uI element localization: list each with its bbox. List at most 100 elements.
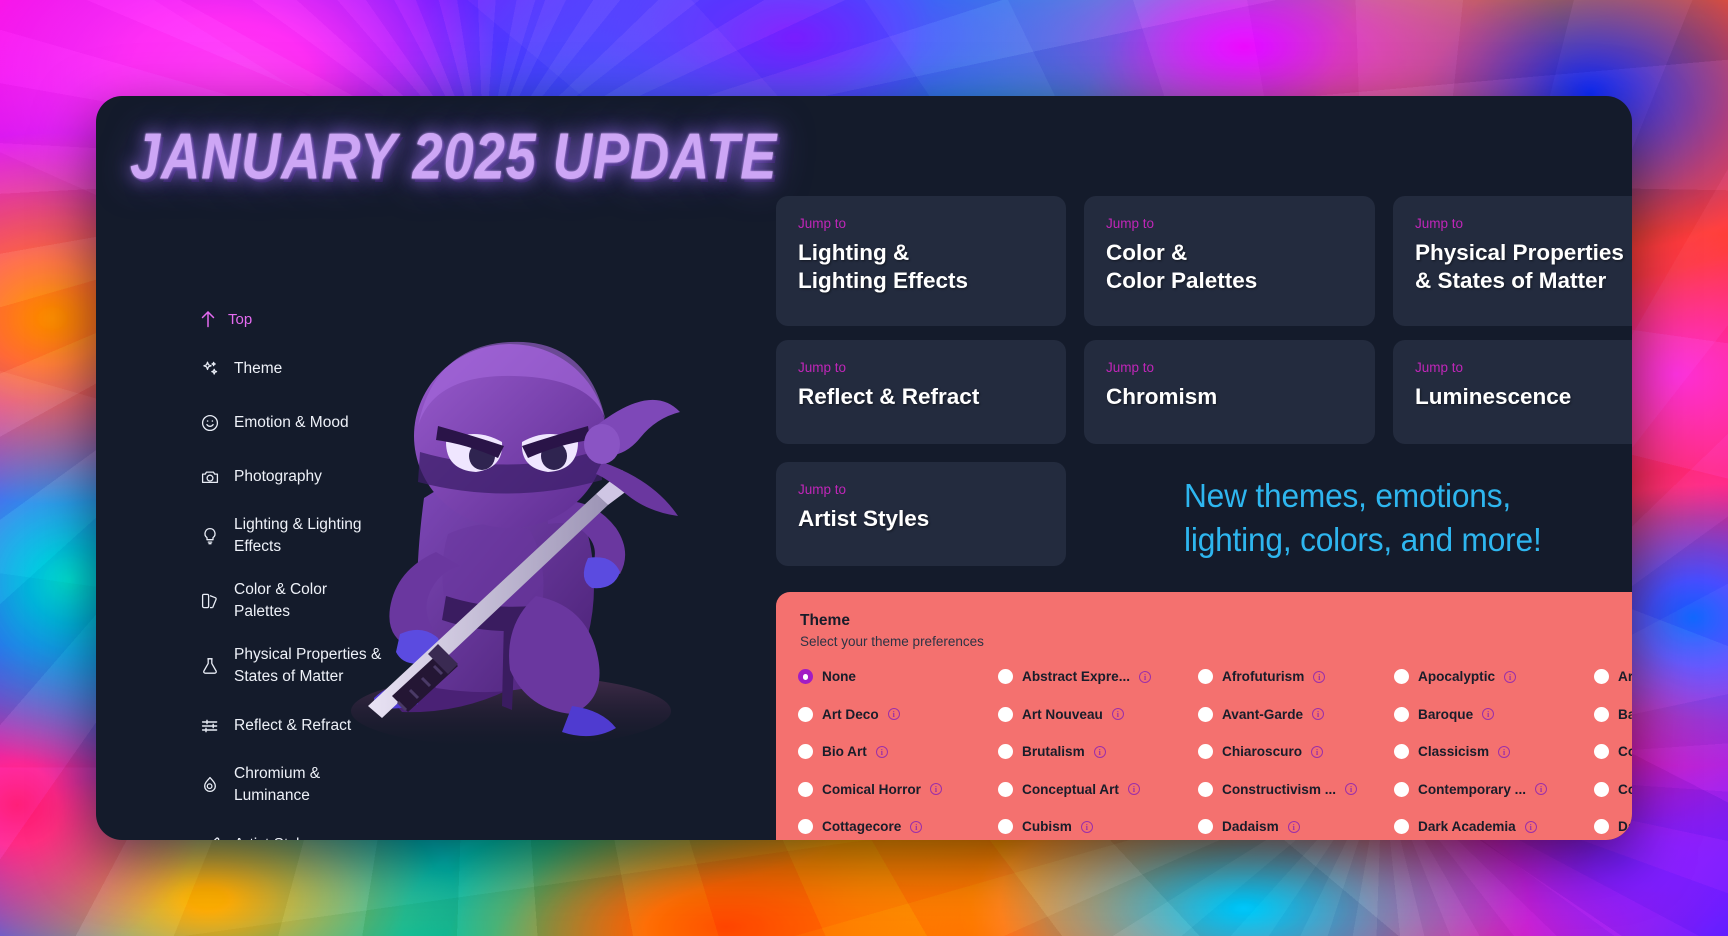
sidebar-item-color-palettes[interactable]: Color & Color Palettes (200, 579, 430, 624)
radio-unselected[interactable] (1198, 781, 1213, 797)
jump-to-label: Jump to (1415, 216, 1464, 231)
info-icon[interactable]: i (1482, 708, 1495, 721)
theme-option[interactable]: Dark Fantasyi (1594, 808, 1632, 840)
theme-option[interactable]: Bauhausi (1594, 696, 1632, 734)
sidebar-item-label: Artist Styles (234, 834, 316, 840)
info-icon[interactable]: i (1313, 670, 1326, 683)
theme-option[interactable]: Art Bruti (1594, 658, 1632, 696)
radio-unselected[interactable] (1594, 744, 1609, 760)
radio-unselected[interactable] (998, 744, 1013, 760)
radio-unselected[interactable] (998, 669, 1013, 685)
jump-card-color[interactable]: Jump to Color & Color Palettes (1084, 196, 1375, 326)
theme-option[interactable]: Baroque i (1394, 696, 1594, 734)
jump-card-lighting[interactable]: Jump to Lighting & Lighting Effects (776, 196, 1066, 326)
sidebar-item-reflect-refract[interactable]: Reflect & Refract (200, 709, 430, 743)
info-icon[interactable]: i (887, 708, 900, 721)
radio-unselected[interactable] (1394, 744, 1409, 760)
radio-unselected[interactable] (1594, 819, 1609, 835)
radio-unselected[interactable] (1394, 781, 1409, 797)
theme-option[interactable]: Apocalyptic i (1394, 658, 1594, 696)
theme-option-label: Baroque (1418, 706, 1474, 722)
info-icon[interactable]: i (1345, 783, 1358, 796)
main-content: Jump to Lighting & Lighting Effects Jump… (676, 96, 1632, 840)
radio-unselected[interactable] (998, 706, 1013, 722)
theme-option[interactable]: Dadaism i (1198, 808, 1394, 840)
radio-unselected[interactable] (1198, 706, 1213, 722)
radio-unselected[interactable] (798, 819, 813, 835)
jump-to-label: Jump to (1106, 360, 1155, 375)
theme-option[interactable]: Art Nouveau i (998, 696, 1198, 734)
sidebar-item-lighting[interactable]: Lighting & Lighting Effects (200, 514, 430, 559)
theme-option[interactable]: Brutalism i (998, 733, 1198, 771)
sidebar-item-theme[interactable]: Theme (200, 352, 430, 386)
jump-card-title: Chromism (1106, 384, 1218, 410)
info-icon[interactable]: i (1524, 820, 1537, 833)
info-icon[interactable]: i (1111, 708, 1124, 721)
theme-option[interactable]: Color Field Pain...i (1594, 733, 1632, 771)
sidebar-item-artist-styles[interactable]: Artist Styles (200, 828, 430, 840)
radio-selected[interactable] (798, 669, 813, 685)
theme-option[interactable]: Contemporary ... i (1394, 771, 1594, 809)
radio-unselected[interactable] (1198, 744, 1213, 760)
sidebar-item-emotion-mood[interactable]: Emotion & Mood (200, 406, 430, 440)
jump-card-luminescence[interactable]: Jump to Luminescence (1393, 340, 1632, 444)
top-link-label: Top (228, 310, 253, 328)
radio-unselected[interactable] (998, 781, 1013, 797)
info-icon[interactable]: i (1093, 745, 1106, 758)
theme-option[interactable]: Cubism i (998, 808, 1198, 840)
theme-option[interactable]: Cosmic Horrori (1594, 771, 1632, 809)
theme-option-label: Cubism (1022, 819, 1072, 835)
info-icon[interactable]: i (1287, 820, 1300, 833)
radio-unselected[interactable] (798, 781, 813, 797)
theme-option[interactable]: Afrofuturism i (1198, 658, 1394, 696)
radio-unselected[interactable] (1198, 819, 1213, 835)
radio-unselected[interactable] (1394, 819, 1409, 835)
radio-unselected[interactable] (1594, 669, 1609, 685)
theme-option[interactable]: Bio Art i (798, 733, 998, 771)
radio-unselected[interactable] (998, 819, 1013, 835)
info-icon[interactable]: i (1498, 745, 1511, 758)
info-icon[interactable]: i (875, 745, 888, 758)
info-icon[interactable]: i (1504, 670, 1517, 683)
radio-unselected[interactable] (798, 744, 813, 760)
theme-option[interactable]: Classicism i (1394, 733, 1594, 771)
radio-unselected[interactable] (1394, 669, 1409, 685)
radio-unselected[interactable] (1394, 706, 1409, 722)
radio-unselected[interactable] (1594, 781, 1609, 797)
radio-unselected[interactable] (1198, 669, 1213, 685)
theme-option-label: Avant-Garde (1222, 706, 1304, 722)
theme-option[interactable]: Chiaroscuro i (1198, 733, 1394, 771)
theme-option[interactable]: Cottagecore i (798, 808, 998, 840)
jump-to-label: Jump to (798, 360, 847, 375)
theme-option-label: Dark Fantasy (1618, 819, 1632, 835)
sidebar-item-physical-properties[interactable]: Physical Properties & States of Matter (200, 644, 430, 689)
sidebar-item-photography[interactable]: Photography (200, 460, 430, 494)
theme-option[interactable]: Art Deco i (798, 696, 998, 734)
sidebar-item-chromium-luminance[interactable]: Chromium & Luminance (200, 763, 430, 808)
theme-option[interactable]: Conceptual Art i (998, 771, 1198, 809)
theme-option-label: Conceptual Art (1022, 781, 1119, 797)
jump-card-chromism[interactable]: Jump to Chromism (1084, 340, 1375, 444)
jump-card-artist-styles[interactable]: Jump to Artist Styles (776, 462, 1066, 566)
theme-option[interactable]: Avant-Garde i (1198, 696, 1394, 734)
theme-option[interactable]: Comical Horror i (798, 771, 998, 809)
info-icon[interactable]: i (1139, 670, 1152, 683)
theme-option[interactable]: None (798, 658, 998, 696)
radio-unselected[interactable] (798, 706, 813, 722)
info-icon[interactable]: i (1127, 783, 1140, 796)
info-icon[interactable]: i (1312, 708, 1325, 721)
top-link[interactable]: Top (200, 310, 252, 328)
jump-card-physical-properties[interactable]: Jump to Physical Properties & States of … (1393, 196, 1632, 326)
info-icon[interactable]: i (1080, 820, 1093, 833)
sidebar-item-label: Physical Properties & States of Matter (234, 645, 382, 686)
info-icon[interactable]: i (1535, 783, 1548, 796)
theme-option-label: Abstract Expre... (1022, 669, 1131, 685)
jump-card-reflect-refract[interactable]: Jump to Reflect & Refract (776, 340, 1066, 444)
info-icon[interactable]: i (1311, 745, 1324, 758)
info-icon[interactable]: i (929, 783, 942, 796)
info-icon[interactable]: i (910, 820, 923, 833)
theme-option[interactable]: Dark Academia i (1394, 808, 1594, 840)
theme-option[interactable]: Abstract Expre... i (998, 658, 1198, 696)
theme-option[interactable]: Constructivism ... i (1198, 771, 1394, 809)
radio-unselected[interactable] (1594, 706, 1609, 722)
